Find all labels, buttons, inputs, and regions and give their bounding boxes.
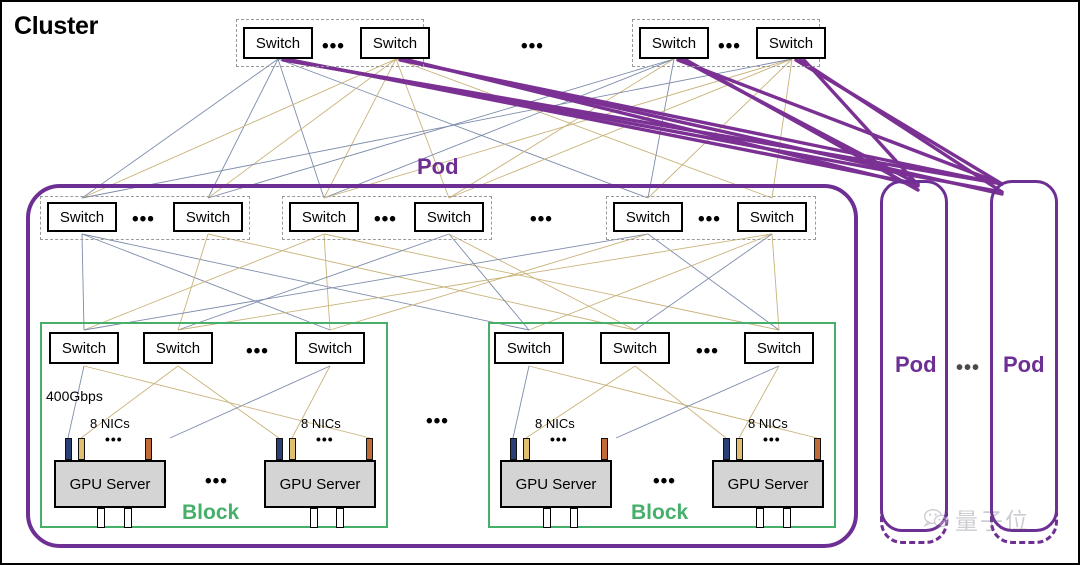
pod-container-label: Pod [417, 154, 459, 179]
block-2-server-2-leg-2 [783, 508, 791, 528]
block-2-server-1-nic-port-3 [601, 438, 608, 460]
pod-switch-3-1[interactable]: Switch [613, 202, 683, 232]
block-1-server-1-nic-port-3 [145, 438, 152, 460]
block-1-switch-ellipsis: ••• [246, 341, 269, 362]
block-2-server-1-nic-port-2 [523, 438, 530, 460]
network-topology-diagram: .lblue { stroke:#7d8cab; stroke-width:0.… [0, 0, 1080, 565]
block-1-server-1-nics-label: 8 NICs [90, 416, 130, 431]
block-1-server-2-leg-2 [336, 508, 344, 528]
block-1-server-1-leg-1 [97, 508, 105, 528]
block-1-server-ellipsis: ••• [205, 471, 228, 492]
pod-switch-3-2[interactable]: Switch [737, 202, 807, 232]
block-1-gpu-server-1[interactable]: GPU Server [54, 460, 166, 508]
block-2-gpu-server-1[interactable]: GPU Server [500, 460, 612, 508]
block-1-server-1-leg-2 [124, 508, 132, 528]
block-2-server-2-nic-port-2 [736, 438, 743, 460]
block-1-label: Block [182, 501, 240, 524]
collapsed-pod-1-label: Pod [895, 352, 937, 377]
pod-group-2-inner-ellipsis: ••• [374, 209, 397, 230]
block-2-server-2-leg-1 [756, 508, 764, 528]
bandwidth-label: 400Gbps [46, 388, 103, 404]
block-2-server-2-nics-label: 8 NICs [748, 416, 788, 431]
pod-group-3-inner-ellipsis: ••• [698, 209, 721, 230]
core-between-groups-ellipsis: ••• [521, 36, 544, 57]
pod-switch-2-1[interactable]: Switch [289, 202, 359, 232]
block-1-server-2-nic-port-3 [366, 438, 373, 460]
block-1-server-1-nics-ellipsis: ••• [105, 431, 123, 447]
core-switch-2-1[interactable]: Switch [639, 27, 709, 59]
cluster-title: Cluster [14, 12, 99, 40]
block-2-server-1-leg-2 [570, 508, 578, 528]
block-1-server-2-nic-port-2 [289, 438, 296, 460]
block-2-switch-ellipsis: ••• [696, 341, 719, 362]
pod-between-groups-ellipsis: ••• [530, 209, 553, 230]
core-switch-1-1[interactable]: Switch [243, 27, 313, 59]
core-switch-2-2[interactable]: Switch [756, 27, 826, 59]
block-2-switch-3[interactable]: Switch [744, 332, 814, 364]
block-2-label: Block [631, 501, 689, 524]
block-1-server-2-leg-1 [310, 508, 318, 528]
block-1-switch-2[interactable]: Switch [143, 332, 213, 364]
block-2-server-1-nic-port-1 [510, 438, 517, 460]
block-2-server-1-nics-label: 8 NICs [535, 416, 575, 431]
block-1-server-2-nics-ellipsis: ••• [316, 431, 334, 447]
block-2-server-2-nic-port-3 [814, 438, 821, 460]
block-2-server-2-nics-ellipsis: ••• [763, 431, 781, 447]
block-1-server-1-nic-port-2 [78, 438, 85, 460]
block-1-gpu-server-2[interactable]: GPU Server [264, 460, 376, 508]
core-to-collapsed-pod-links [281, 58, 1004, 196]
block-2-server-1-leg-1 [543, 508, 551, 528]
block-1-server-1-nic-port-1 [65, 438, 72, 460]
collapsed-pod-2-dashed-foot [990, 512, 1058, 544]
block-1-switch-3[interactable]: Switch [295, 332, 365, 364]
collapsed-pod-2-label: Pod [1003, 352, 1045, 377]
block-2-server-ellipsis: ••• [653, 471, 676, 492]
collapsed-pods-ellipsis: ••• [956, 357, 981, 379]
block-2-server-1-nics-ellipsis: ••• [550, 431, 568, 447]
core-group-2-inner-ellipsis: ••• [718, 36, 741, 57]
block-1-server-2-nics-label: 8 NICs [301, 416, 341, 431]
pod-switch-1-1[interactable]: Switch [47, 202, 117, 232]
pod-switch-1-2[interactable]: Switch [173, 202, 243, 232]
collapsed-pod-1-dashed-foot [880, 512, 948, 544]
block-1-switch-1[interactable]: Switch [49, 332, 119, 364]
core-group-1-inner-ellipsis: ••• [322, 36, 345, 57]
block-1-server-2-nic-port-1 [276, 438, 283, 460]
block-2-switch-1[interactable]: Switch [494, 332, 564, 364]
between-blocks-ellipsis: ••• [426, 411, 449, 432]
block-2-gpu-server-2[interactable]: GPU Server [712, 460, 824, 508]
core-switch-1-2[interactable]: Switch [360, 27, 430, 59]
block-2-switch-2[interactable]: Switch [600, 332, 670, 364]
block-2-server-2-nic-port-1 [723, 438, 730, 460]
pod-group-1-inner-ellipsis: ••• [132, 209, 155, 230]
pod-switch-2-2[interactable]: Switch [414, 202, 484, 232]
